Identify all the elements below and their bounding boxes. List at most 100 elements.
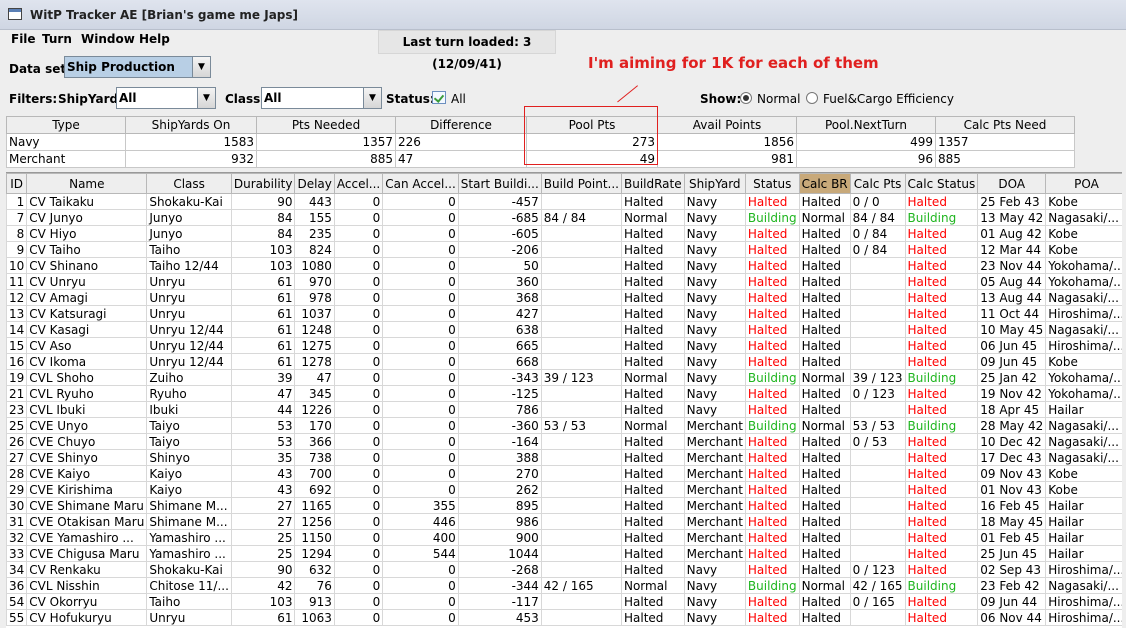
table-col-header[interactable]: Calc Status (904, 173, 979, 194)
table-cell: 1 (6, 193, 28, 210)
radio-fuel-cargo[interactable] (806, 92, 818, 104)
table-cell: -344 (457, 577, 542, 594)
table-row[interactable]: 13 CV Katsuragi Unryu 61 1037 0 0 427 Halted Navy… (6, 305, 1122, 322)
radio-normal-label[interactable]: Normal (757, 92, 800, 106)
table-row[interactable]: 30 CVE Shimane Maru Shimane M... 27 1165 0 355… (6, 497, 1122, 514)
table-row[interactable]: 31 CVE Otakisan Maru Shimane M... 27 1256 0 44… (6, 513, 1122, 530)
table-cell: 13 (6, 305, 28, 322)
menu-window[interactable]: Window (81, 32, 135, 46)
table-row[interactable]: 25 CVE Unyo Taiyo 53 170 0 0 -360 53 / 53 Normal M… (6, 417, 1122, 434)
table-cell: Navy (683, 241, 746, 258)
table-row[interactable]: 27 CVE Shinyo Shinyo 35 738 0 0 388 Halted Mercha… (6, 449, 1122, 466)
table-row[interactable]: 15 CV Aso Unryu 12/44 61 1275 0 0 665 Halted Navy… (6, 337, 1122, 354)
table-col-header[interactable]: Build Point... (540, 173, 622, 194)
table-cell: Halted (904, 241, 979, 258)
summary-col-header[interactable]: Type (6, 116, 126, 134)
table-cell: CV Shinano (26, 257, 148, 274)
table-cell: Halted (744, 193, 800, 210)
table-row[interactable]: 26 CVE Chuyo Taiyo 53 366 0 0 -164 Halted Merchan… (6, 433, 1122, 450)
table-cell: 170 (294, 417, 335, 434)
shipyard-select[interactable]: All ▼ (116, 87, 216, 109)
table-col-header[interactable]: ID (6, 173, 28, 194)
table-col-header[interactable]: ShipYard (683, 173, 746, 194)
table-cell: 0 (333, 593, 384, 610)
summary-col-header[interactable]: Avail Points (657, 116, 797, 134)
table-row[interactable]: 7 CV Junyo Junyo 84 155 0 0 -685 84 / 84 Normal Na… (6, 209, 1122, 226)
table-cell: 50 (457, 257, 542, 274)
table-col-header[interactable]: POA (1045, 173, 1122, 194)
table-cell: 0 (382, 273, 459, 290)
table-col-header[interactable]: Class (146, 173, 232, 194)
table-col-header[interactable]: Name (26, 173, 148, 194)
table-col-header[interactable]: DOA (977, 173, 1047, 194)
table-cell: Chitose 11/... (146, 577, 232, 594)
table-col-header[interactable]: Can Accel... (382, 173, 459, 194)
table-row[interactable]: 14 CV Kasagi Unryu 12/44 61 1248 0 0 638 Halted N… (6, 321, 1122, 338)
table-col-header[interactable]: Calc Pts (849, 173, 906, 194)
table-row[interactable]: 33 CVE Chigusa Maru Yamashiro ... 25 1294 0 54… (6, 545, 1122, 562)
table-col-header[interactable]: Delay (294, 173, 335, 194)
summary-cell: Navy (6, 133, 126, 151)
chevron-down-icon[interactable]: ▼ (363, 88, 381, 108)
table-col-header[interactable]: Durability (230, 173, 296, 194)
summary-col-header[interactable]: Difference (395, 116, 527, 134)
table-col-header[interactable]: Accel... (333, 173, 384, 194)
status-value[interactable]: All (451, 92, 466, 106)
summary-col-header[interactable]: Calc Pts Need (935, 116, 1075, 134)
table-cell: Navy (683, 209, 746, 226)
table-row[interactable]: 23 CVL Ibuki Ibuki 44 1226 0 0 786 Halted Navy Hal… (6, 401, 1122, 418)
chevron-down-icon[interactable]: ▼ (192, 57, 210, 77)
table-col-header[interactable]: Start Buildi... (457, 173, 542, 194)
ship-table-scroll[interactable]: ID Name Class Durability Delay Accel... Can Ac… (6, 172, 1122, 628)
table-row[interactable]: 34 CV Renkaku Shokaku-Kai 90 632 0 0 -268 Halted… (6, 561, 1122, 578)
table-row[interactable]: 11 CV Unryu Unryu 61 970 0 0 360 Halted Navy Halte… (6, 273, 1122, 290)
table-cell: 0 (382, 353, 459, 370)
table-cell: Halted (904, 481, 979, 498)
summary-col-header[interactable]: Pts Needed (256, 116, 396, 134)
table-row[interactable]: 16 CV Ikoma Unryu 12/44 61 1278 0 0 668 Halted Na… (6, 353, 1122, 370)
menu-turn[interactable]: Turn (42, 32, 72, 46)
table-cell (540, 465, 622, 482)
table-cell: Yamashiro ... (146, 529, 232, 546)
table-row[interactable]: 55 CV Hofukuryu Unryu 61 1063 0 0 453 Halted Navy… (6, 609, 1122, 626)
table-row[interactable]: 8 CV Hiyo Junyo 84 235 0 0 -605 Halted Navy Halted… (6, 225, 1122, 242)
table-cell: -268 (457, 561, 542, 578)
radio-normal[interactable] (740, 92, 752, 104)
table-row[interactable]: 28 CVE Kaiyo Kaiyo 43 700 0 0 270 Halted Merchant… (6, 465, 1122, 482)
radio-fuel-cargo-label[interactable]: Fuel&Cargo Efficiency (823, 92, 954, 106)
class-select[interactable]: All ▼ (261, 87, 382, 109)
dataset-select[interactable]: Ship Production ▼ (64, 56, 211, 78)
table-row[interactable]: 21 CVL Ryuho Ryuho 47 345 0 0 -125 Halted Navy Hal… (6, 385, 1122, 402)
menu-file[interactable]: File (11, 32, 36, 46)
table-cell: 05 Aug 44 (977, 273, 1047, 290)
table-cell: Halted (620, 497, 685, 514)
table-row[interactable]: 1 CV Taikaku Shokaku-Kai 90 443 0 0 -457 Halted N… (6, 193, 1122, 210)
table-cell: -164 (457, 433, 542, 450)
summary-col-header[interactable]: ShipYards On (125, 116, 257, 134)
table-cell: Halted (620, 225, 685, 242)
chevron-down-icon[interactable]: ▼ (197, 88, 215, 108)
table-cell: 61 (230, 337, 296, 354)
table-cell: Junyo (146, 225, 232, 242)
table-cell: CVE Kirishima (26, 481, 148, 498)
table-row[interactable]: 54 CV Okorryu Taiho 103 913 0 0 -117 Halted Navy H… (6, 593, 1122, 610)
table-row[interactable]: 10 CV Shinano Taiho 12/44 103 1080 0 0 50 Halted… (6, 257, 1122, 274)
table-row[interactable]: 32 CVE Yamashiro ... Yamashiro ... 25 1150 0 4… (6, 529, 1122, 546)
table-row[interactable]: 19 CVL Shoho Zuiho 39 47 0 0 -343 39 / 123 Normal… (6, 369, 1122, 386)
table-cell: Navy (683, 321, 746, 338)
table-col-header[interactable]: Calc BR (798, 173, 851, 194)
table-cell: CV Unryu (26, 273, 148, 290)
status-filter-icon[interactable] (432, 91, 446, 104)
table-cell: 25 (230, 545, 296, 562)
table-cell: Halted (744, 353, 800, 370)
table-row[interactable]: 29 CVE Kirishima Kaiyo 43 692 0 0 262 Halted Merc… (6, 481, 1122, 498)
table-col-header[interactable]: Status (744, 173, 800, 194)
table-cell: Unryu 12/44 (146, 353, 232, 370)
summary-col-header[interactable]: Pool.NextTurn (796, 116, 936, 134)
table-col-header[interactable]: BuildRate (620, 173, 685, 194)
table-cell: Merchant (683, 529, 746, 546)
table-row[interactable]: 36 CVL Nisshin Chitose 11/... 42 76 0 0 -344 42 … (6, 577, 1122, 594)
table-row[interactable]: 9 CV Taiho Taiho 103 824 0 0 -206 Halted Navy Halt… (6, 241, 1122, 258)
table-row[interactable]: 12 CV Amagi Unryu 61 978 0 0 368 Halted Navy Halte… (6, 289, 1122, 306)
menu-help[interactable]: Help (139, 32, 170, 46)
